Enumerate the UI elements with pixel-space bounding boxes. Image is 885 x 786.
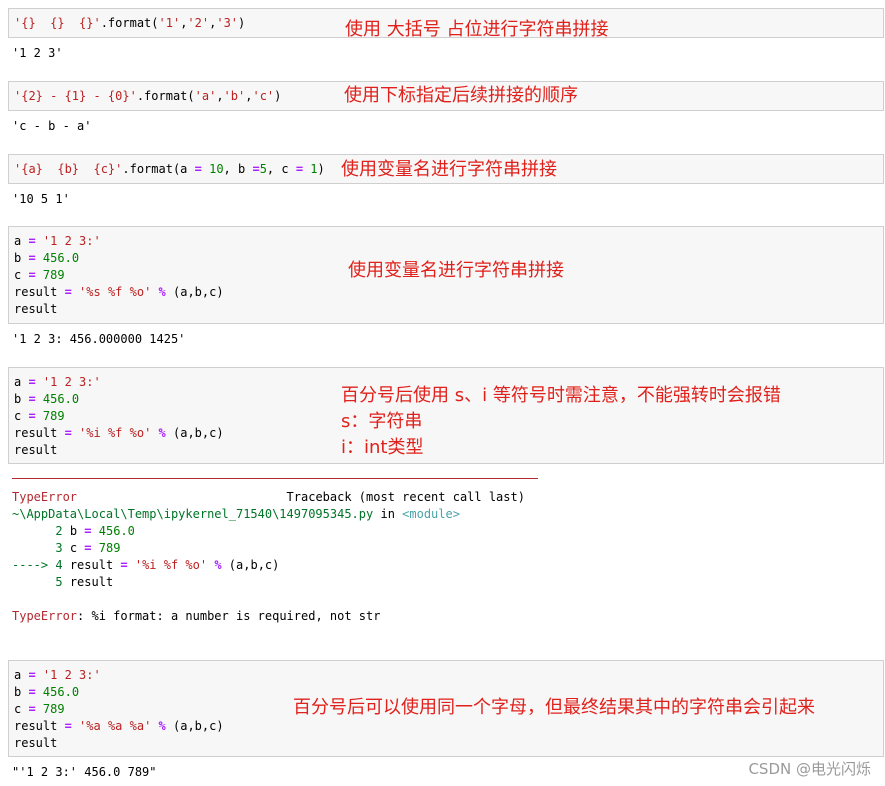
annotation-note: s：字符串 [341, 411, 423, 432]
error-text: : %i format: a number is required, not s… [77, 609, 381, 623]
traceback-line-number: 2 [55, 524, 63, 538]
traceback-line: 3 c = 789 [12, 540, 120, 557]
traceback-module: <module> [402, 507, 460, 521]
traceback-file: ~\AppData\Local\Temp\ipykernel_71540\149… [12, 506, 460, 523]
watermark: CSDN @电光闪烁 [748, 760, 871, 778]
code-line: a = '1 2 3:' [14, 234, 101, 248]
code-line: a = '1 2 3:' [14, 668, 101, 682]
annotation-note: i：int类型 [341, 437, 424, 458]
code-line: c = 789 [14, 409, 65, 423]
code-line: c = 789 [14, 702, 65, 716]
traceback-header-right: Traceback (most recent call last) [286, 490, 525, 504]
code-line: result = '%s %f %o' % (a,b,c) [14, 285, 224, 299]
traceback-line: 2 b = 456.0 [12, 523, 135, 540]
traceback-arrow [12, 524, 55, 538]
traceback-header: TypeError Traceback (most recent call la… [12, 489, 525, 506]
traceback-line-number: 4 [55, 558, 63, 572]
code-cell-5[interactable]: a = '1 2 3:' b = 456.0 c = 789 result = … [8, 367, 884, 464]
code-line: '{a} {b} {c}'.format(a = 10, b =5, c = 1… [14, 162, 325, 176]
annotation-note: 使用变量名进行字符串拼接 [348, 260, 564, 281]
code-line: b = 456.0 [14, 685, 80, 699]
error-message: TypeError: %i format: a number is requir… [12, 608, 380, 625]
error-name: TypeError [12, 490, 78, 504]
code-line: result [14, 443, 58, 457]
traceback-arrow [12, 575, 55, 589]
cell-output: 'c - b - a' [12, 119, 92, 133]
traceback-file-path[interactable]: ~\AppData\Local\Temp\ipykernel_71540\149… [12, 507, 373, 521]
code-line: '{} {} {}'.format('1','2','3') [14, 16, 246, 30]
code-line: b = 456.0 [14, 392, 80, 406]
traceback-arrow: ----> [12, 558, 56, 572]
annotation-note: 百分号后可以使用同一个字母，但最终结果其中的字符串会引起来 [293, 697, 815, 718]
cell-output: '10 5 1' [12, 192, 70, 206]
traceback-in: in [380, 507, 395, 521]
code-line: result = '%i %f %o' % (a,b,c) [14, 426, 224, 440]
code-line: a = '1 2 3:' [14, 375, 101, 389]
annotation-note: 使用下标指定后续拼接的顺序 [344, 85, 578, 106]
annotation-note: 使用变量名进行字符串拼接 [341, 159, 557, 180]
code-line: '{2} - {1} - {0}'.format('a','b','c') [14, 89, 282, 103]
code-line: result [14, 736, 58, 750]
traceback-arrow [12, 541, 55, 555]
traceback-line: ----> 4 result = '%i %f %o' % (a,b,c) [12, 558, 280, 572]
code-line: result = '%a %a %a' % (a,b,c) [14, 719, 224, 733]
error-name: TypeError [12, 609, 78, 623]
traceback-separator [12, 478, 538, 479]
code-line: b = 456.0 [14, 251, 80, 265]
traceback-line-number: 3 [55, 541, 63, 555]
traceback-line-number: 5 [55, 575, 63, 589]
annotation-note: 使用 大括号 占位进行字符串拼接 [345, 19, 609, 40]
cell-output: '1 2 3' [12, 46, 63, 60]
cell-output: '1 2 3: 456.000000 1425' [12, 332, 186, 346]
annotation-note: 百分号后使用 s、i 等符号时需注意，不能强转时会报错 [341, 385, 781, 406]
cell-output: "'1 2 3:' 456.0 789" [12, 765, 157, 779]
traceback-line: 5 result [12, 574, 113, 591]
code-line: result [14, 302, 58, 316]
code-line: c = 789 [14, 268, 65, 282]
